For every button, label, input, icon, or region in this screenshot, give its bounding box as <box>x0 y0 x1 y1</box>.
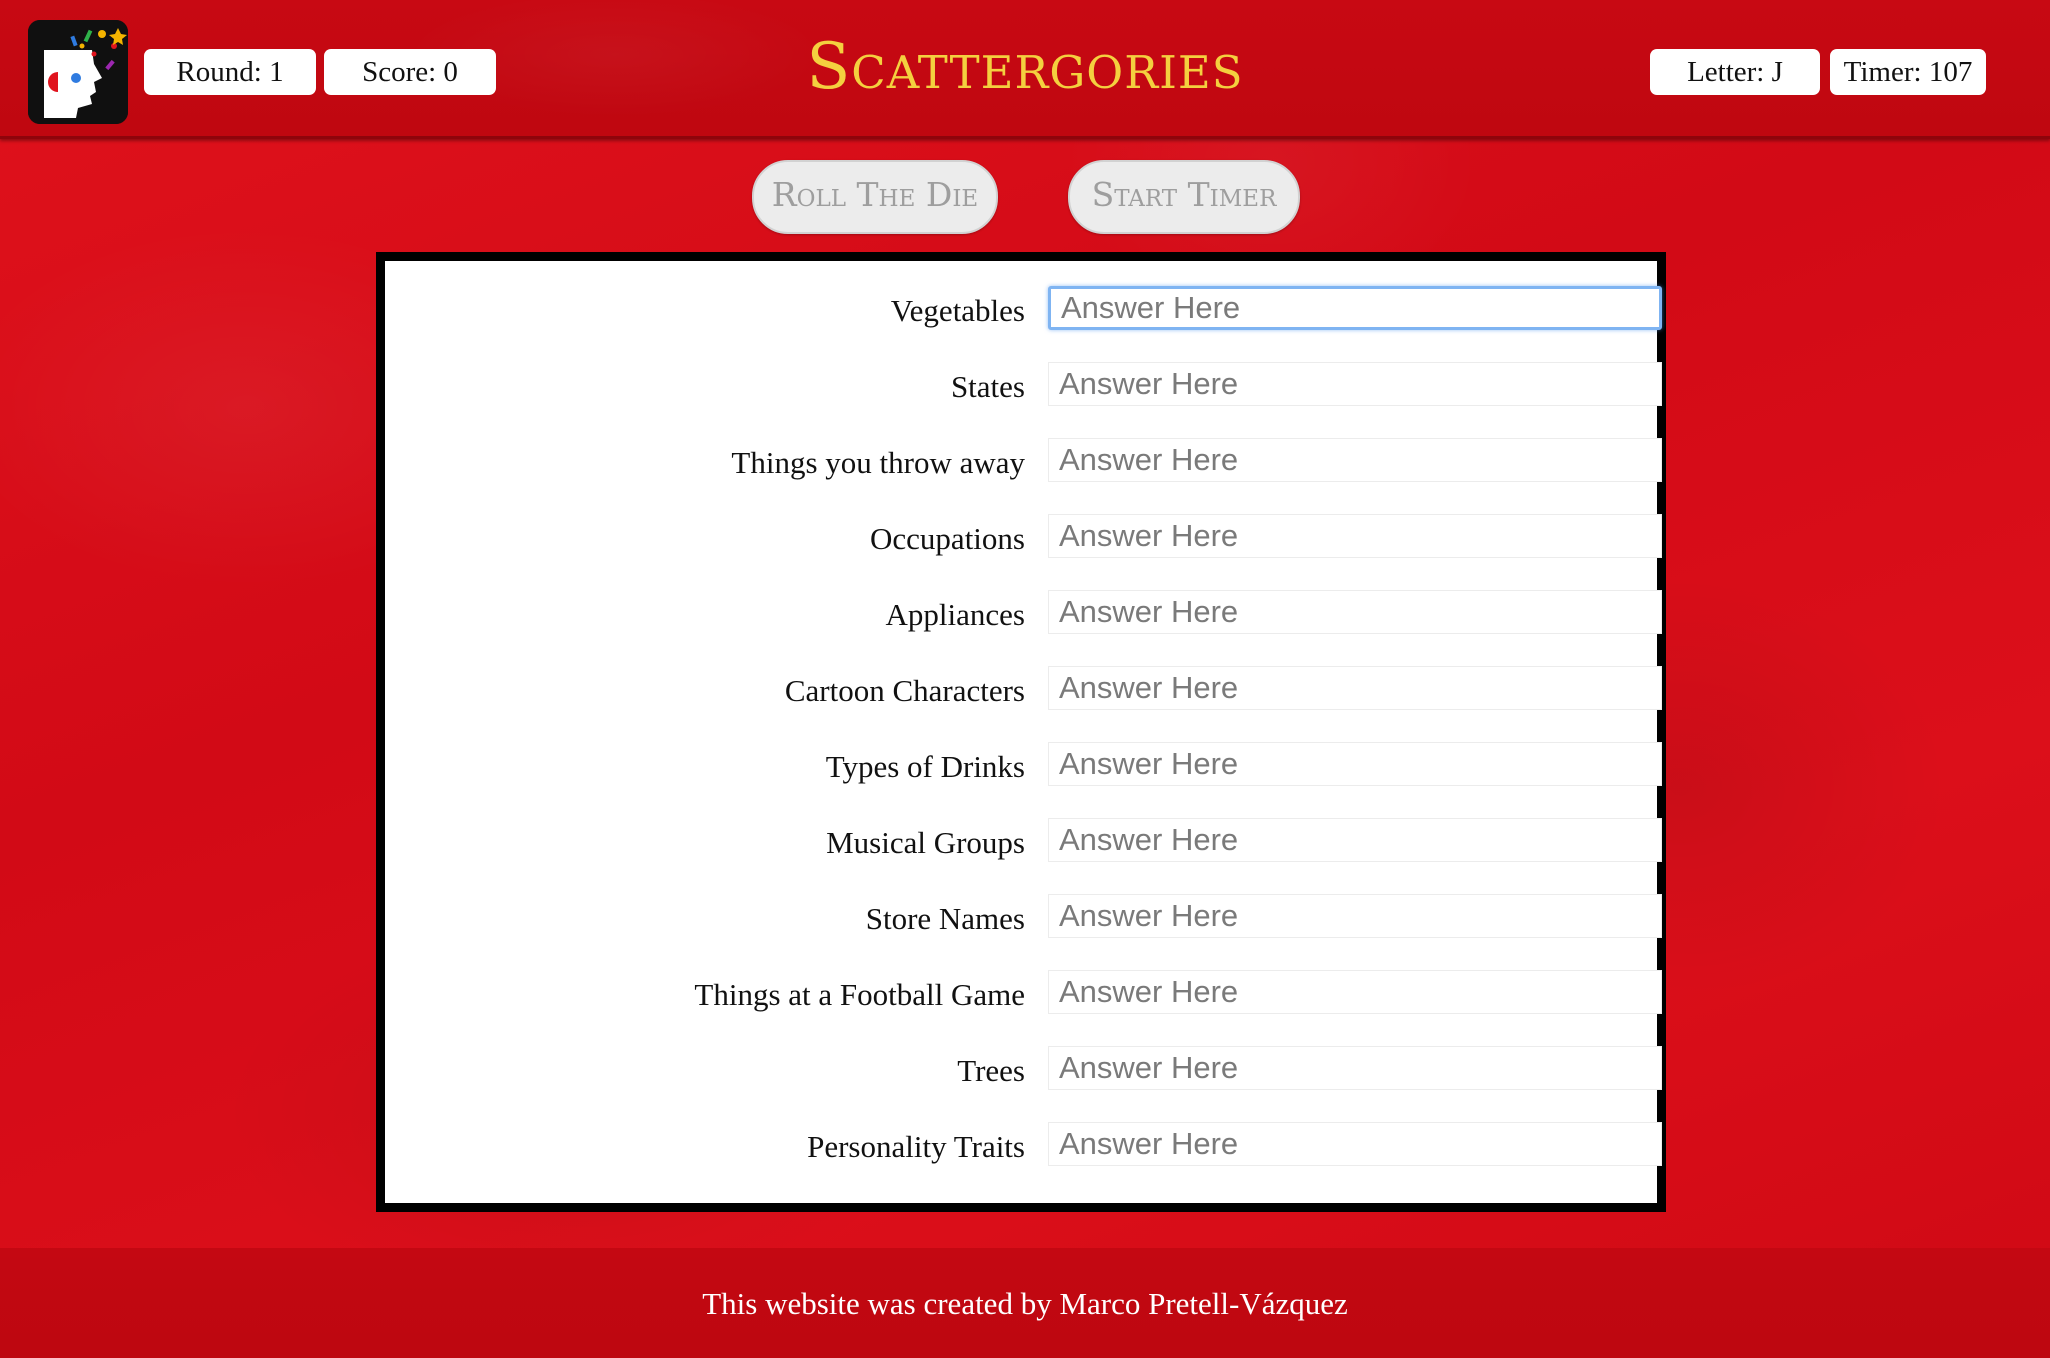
answer-input[interactable] <box>1048 1046 1662 1090</box>
page-title: Scattergories <box>806 30 1244 104</box>
round-counter: Round: 1 <box>144 49 316 95</box>
answer-input[interactable] <box>1048 970 1662 1014</box>
answer-row: Things at a Football Game <box>385 970 1662 1016</box>
letter-display: Letter: J <box>1650 49 1820 95</box>
category-label: Vegetables <box>890 293 1025 328</box>
category-label: Cartoon Characters <box>784 673 1025 708</box>
category-label: Musical Groups <box>826 825 1025 860</box>
category-label: Types of Drinks <box>825 749 1025 784</box>
answer-row: Musical Groups <box>385 818 1662 864</box>
answer-input[interactable] <box>1048 362 1662 406</box>
answer-row: Occupations <box>385 514 1662 560</box>
answer-row: Vegetables <box>385 286 1662 332</box>
category-label: Appliances <box>885 597 1025 632</box>
answer-row: Store Names <box>385 894 1662 940</box>
answer-input[interactable] <box>1048 514 1662 558</box>
answer-input[interactable] <box>1048 742 1662 786</box>
answer-input[interactable] <box>1048 666 1662 710</box>
answer-input[interactable] <box>1048 894 1662 938</box>
category-label: Occupations <box>870 521 1025 556</box>
category-label: Store Names <box>865 901 1025 936</box>
footer-credit: This website was created by Marco Pretel… <box>702 1286 1348 1321</box>
answer-row: Appliances <box>385 590 1662 636</box>
roll-the-die-button[interactable]: Roll The Die <box>752 160 998 234</box>
answer-row: Cartoon Characters <box>385 666 1662 712</box>
answer-row: Personality Traits <box>385 1122 1662 1168</box>
score-counter: Score: 0 <box>324 49 496 95</box>
answer-row: Trees <box>385 1046 1662 1092</box>
answer-input[interactable] <box>1048 1122 1662 1166</box>
timer-display: Timer: 107 <box>1830 49 1986 95</box>
category-label: Things you throw away <box>731 445 1025 480</box>
answer-row: States <box>385 362 1662 408</box>
header-bar: Round: 1 Score: 0 Scattergories Letter: … <box>0 0 2050 139</box>
answer-sheet: Vegetables States Things you throw away Occ… <box>376 252 1666 1212</box>
footer-bar: This website was created by Marco Pretel… <box>0 1248 2050 1358</box>
category-label: Trees <box>957 1053 1025 1088</box>
category-label: Personality Traits <box>807 1129 1025 1164</box>
answer-input[interactable] <box>1048 818 1662 862</box>
start-timer-button[interactable]: Start Timer <box>1068 160 1300 234</box>
answer-input[interactable] <box>1048 286 1662 330</box>
logo-head-with-confetti-icon <box>28 20 128 124</box>
answer-input[interactable] <box>1048 438 1662 482</box>
category-label: Things at a Football Game <box>694 977 1025 1012</box>
answer-row: Things you throw away <box>385 438 1662 484</box>
answer-row: Types of Drinks <box>385 742 1662 788</box>
category-label: States <box>950 369 1025 404</box>
answer-input[interactable] <box>1048 590 1662 634</box>
